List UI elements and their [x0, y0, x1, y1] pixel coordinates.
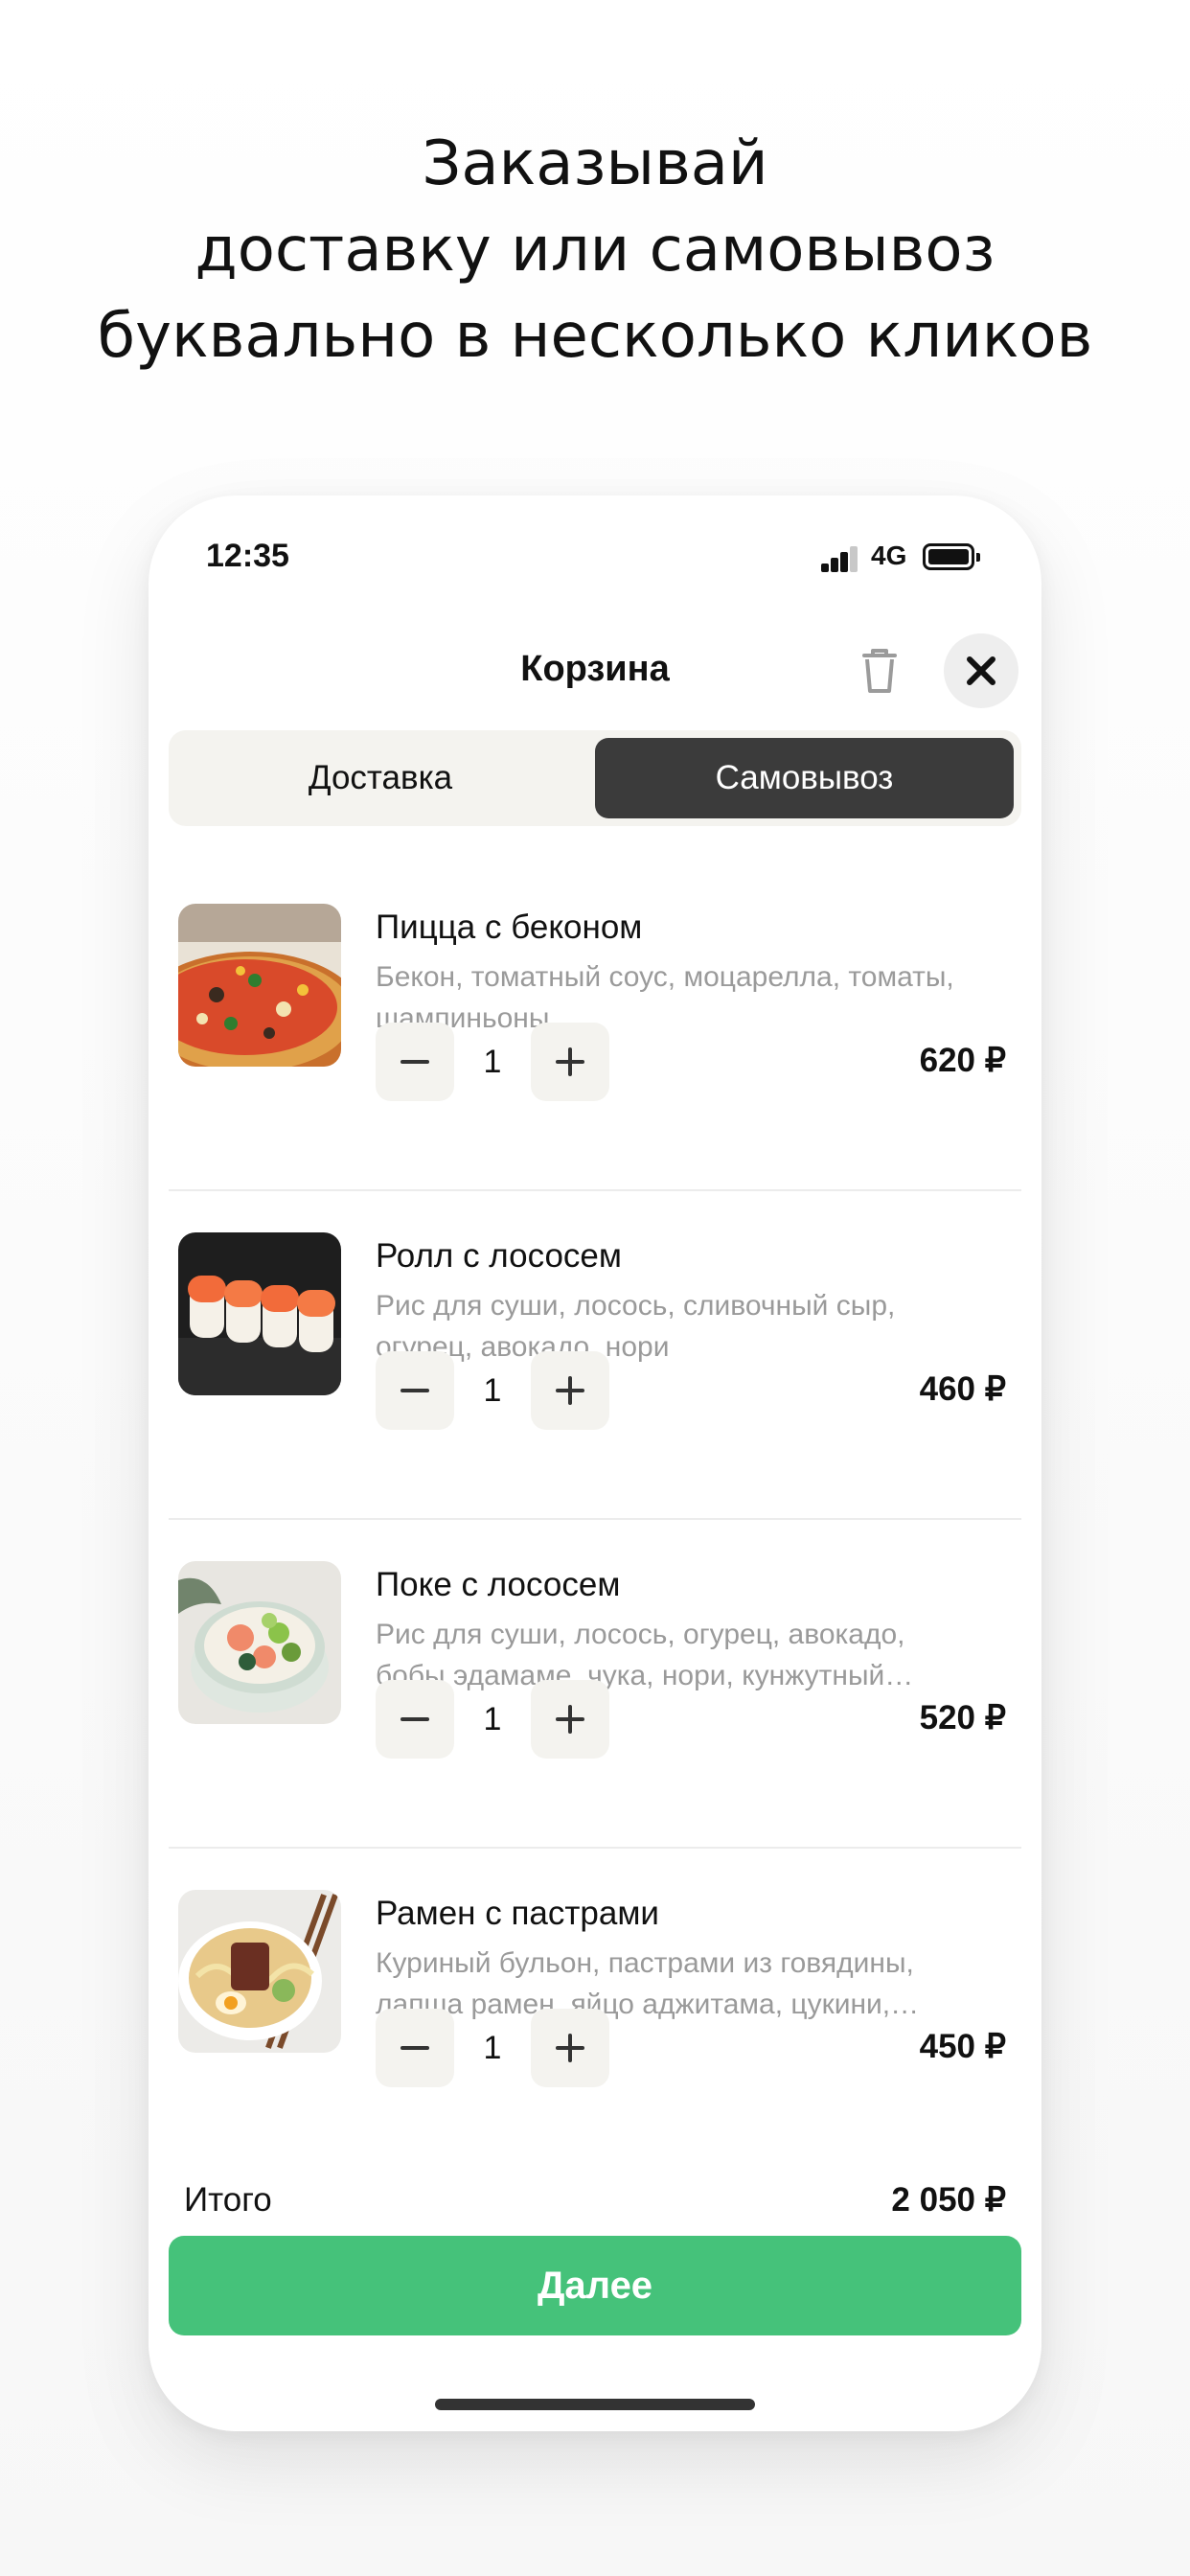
- quantity-value: 1: [483, 1700, 502, 1737]
- total-value: 2 050 ₽: [891, 2181, 1006, 2219]
- headline-line-1: Заказывай: [422, 128, 768, 199]
- home-indicator: [435, 2399, 755, 2410]
- quantity-value: 1: [483, 1371, 502, 1409]
- item-name: Ролл с лососем: [376, 1237, 622, 1275]
- phone-mockup: 12:35 4G Корзина Доставка Самовывоз Пицц…: [149, 495, 1041, 2431]
- tab-pickup[interactable]: Самовывоз: [595, 738, 1014, 818]
- decrease-quantity-button[interactable]: [376, 1680, 454, 1759]
- promo-screen: Заказывай доставку или самовывоз букваль…: [0, 0, 1190, 2576]
- network-type: 4G: [871, 540, 907, 570]
- item-name: Поке с лососем: [376, 1566, 621, 1603]
- battery-icon: [923, 543, 980, 570]
- quantity-value: 1: [483, 1043, 502, 1080]
- increase-quantity-button[interactable]: [531, 1351, 609, 1430]
- tab-delivery[interactable]: Доставка: [174, 738, 586, 818]
- item-price: 620 ₽: [919, 1042, 1006, 1079]
- headline-line-3: буквально в несколько кликов: [97, 301, 1093, 372]
- cart-item: Поке с лососем Рис для суши, лосось, огу…: [169, 1520, 1021, 1849]
- status-bar: 12:35 4G: [149, 495, 1041, 620]
- delivery-mode-switch: Доставка Самовывоз: [169, 730, 1021, 826]
- trash-button[interactable]: [843, 634, 916, 707]
- increase-quantity-button[interactable]: [531, 1680, 609, 1759]
- decrease-quantity-button[interactable]: [376, 1351, 454, 1430]
- cart-footer: Итого 2 050 ₽ Далее: [149, 2156, 1041, 2431]
- promo-headline: Заказывай доставку или самовывоз букваль…: [0, 121, 1190, 380]
- ramen-bowl-image: [178, 1890, 341, 2053]
- item-price: 520 ₽: [919, 1699, 1006, 1736]
- signal-icon: [821, 545, 859, 572]
- item-price: 460 ₽: [919, 1370, 1006, 1408]
- cart-item: Рамен с пастрами Куриный бульон, пастрам…: [169, 1849, 1021, 2177]
- total-label: Итого: [184, 2181, 272, 2219]
- poke-bowl-image: [178, 1561, 341, 1724]
- trash-icon: [862, 649, 897, 693]
- item-name: Рамен с пастрами: [376, 1895, 659, 1932]
- item-price: 450 ₽: [919, 2028, 1006, 2065]
- item-description-line: Куриный бульон, пастрами из говядины,: [376, 1947, 914, 1979]
- close-icon: [967, 656, 995, 685]
- item-description-line: Бекон, томатный соус, моцарелла, томаты,: [376, 961, 954, 993]
- salmon-roll-image: [178, 1232, 341, 1395]
- decrease-quantity-button[interactable]: [376, 1023, 454, 1101]
- headline-line-2: доставку или самовывоз: [195, 215, 995, 286]
- decrease-quantity-button[interactable]: [376, 2009, 454, 2087]
- item-description-line: Рис для суши, лосось, сливочный сыр,: [376, 1290, 896, 1322]
- close-button[interactable]: [944, 633, 1018, 708]
- item-name: Пицца с беконом: [376, 908, 643, 946]
- cart-item: Ролл с лососем Рис для суши, лосось, сли…: [169, 1191, 1021, 1520]
- increase-quantity-button[interactable]: [531, 2009, 609, 2087]
- pizza-image: [178, 904, 341, 1067]
- next-button[interactable]: Далее: [169, 2236, 1021, 2335]
- status-time: 12:35: [206, 538, 289, 574]
- cart-item: Пицца с беконом Бекон, томатный соус, мо…: [169, 862, 1021, 1191]
- quantity-value: 1: [483, 2029, 502, 2066]
- increase-quantity-button[interactable]: [531, 1023, 609, 1101]
- item-description-line: Рис для суши, лосось, огурец, авокадо,: [376, 1619, 905, 1650]
